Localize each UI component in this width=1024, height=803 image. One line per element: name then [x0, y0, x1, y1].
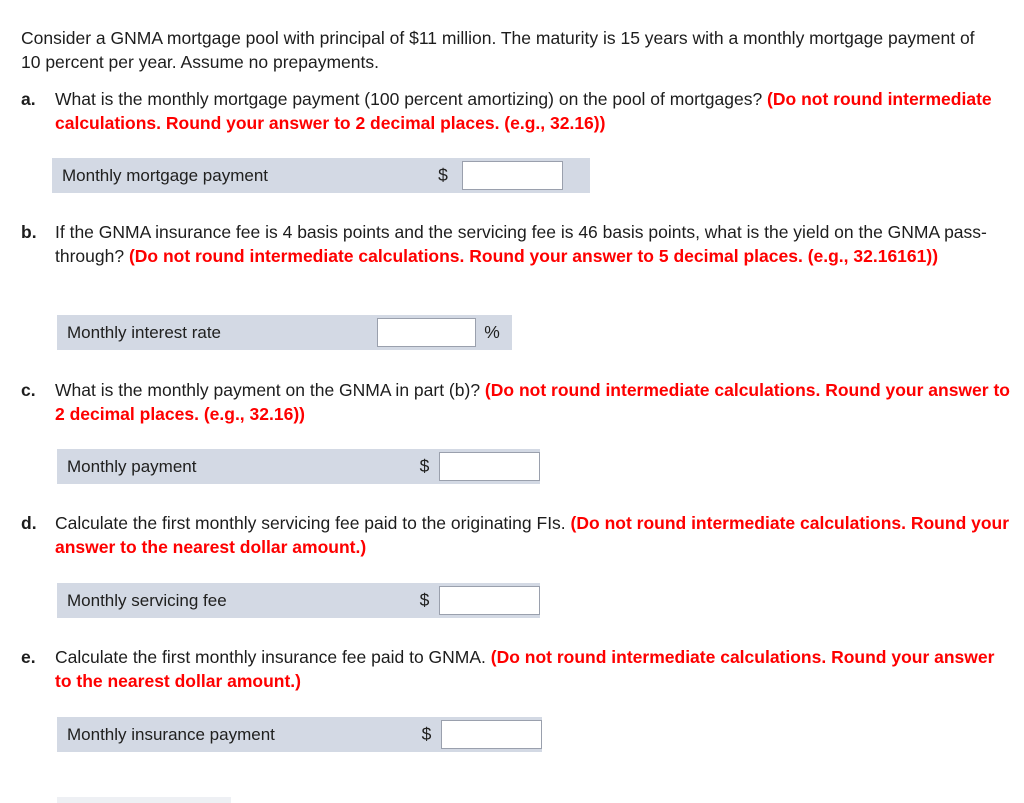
answer-row-monthly-servicing-fee: Monthly servicing fee $	[57, 583, 540, 618]
question-block-d: d. Calculate the first monthly servicing …	[21, 511, 1011, 559]
question-block-a: a. What is the monthly mortgage payment (…	[21, 87, 1011, 135]
answer-row-monthly-insurance-payment: Monthly insurance payment $	[57, 717, 542, 752]
percent-sign-icon: %	[484, 322, 500, 342]
question-block-b: b. If the GNMA insurance fee is 4 basis p…	[21, 220, 1011, 268]
answer-input-monthly-insurance-payment[interactable]	[441, 720, 542, 749]
question-a-prompt: What is the monthly mortgage payment (10…	[55, 89, 768, 109]
answer-input-monthly-servicing-fee[interactable]	[439, 586, 540, 615]
question-b-marker: b.	[21, 222, 37, 242]
answer-input-monthly-interest-rate[interactable]	[377, 318, 476, 347]
answer-label-monthly-mortgage-payment: Monthly mortgage payment	[62, 165, 268, 185]
answer-label-monthly-interest-rate: Monthly interest rate	[67, 322, 222, 342]
question-d-marker: d.	[21, 513, 37, 533]
answer-row-monthly-interest-rate: Monthly interest rate %	[57, 315, 512, 350]
worksheet-page: Consider a GNMA mortgage pool with princ…	[0, 0, 1024, 803]
question-b-text: b. If the GNMA insurance fee is 4 basis p…	[21, 220, 1011, 268]
question-block-c: c. What is the monthly payment on the GNM…	[21, 378, 1011, 426]
question-e-text: e. Calculate the first monthly insurance …	[21, 645, 1011, 693]
answer-label-monthly-insurance-payment: Monthly insurance payment	[67, 724, 275, 744]
dollar-sign-icon: $	[438, 165, 448, 185]
question-block-e: e. Calculate the first monthly insurance …	[21, 645, 1011, 693]
question-b-instruction: (Do not round intermediate calculations.…	[128, 246, 939, 266]
answer-label-monthly-servicing-fee: Monthly servicing fee	[67, 590, 227, 610]
question-c-marker: c.	[21, 380, 36, 400]
answer-label-monthly-payment: Monthly payment	[67, 456, 197, 476]
question-c-text: c. What is the monthly payment on the GNM…	[21, 378, 1011, 426]
dollar-sign-icon: $	[419, 590, 430, 610]
dollar-sign-icon: $	[421, 724, 432, 744]
question-d-text: d. Calculate the first monthly servicing …	[21, 511, 1011, 559]
answer-row-monthly-mortgage-payment: Monthly mortgage payment $	[52, 158, 590, 193]
question-d-prompt: Calculate the first monthly servicing fe…	[55, 513, 571, 533]
answer-input-monthly-mortgage-payment[interactable]	[462, 161, 563, 190]
question-c-prompt: What is the monthly payment on the GNMA …	[55, 380, 485, 400]
dollar-sign-icon: $	[419, 456, 430, 476]
question-e-marker: e.	[21, 647, 36, 667]
answer-input-monthly-payment[interactable]	[439, 452, 540, 481]
answer-row-monthly-payment: Monthly payment $	[57, 449, 540, 484]
question-e-prompt: Calculate the first monthly insurance fe…	[55, 647, 491, 667]
answer-row-partial-cutoff	[57, 797, 231, 803]
question-a-text: a. What is the monthly mortgage payment (…	[21, 87, 1011, 135]
question-a-marker: a.	[21, 89, 36, 109]
problem-statement: Consider a GNMA mortgage pool with princ…	[21, 27, 975, 72]
